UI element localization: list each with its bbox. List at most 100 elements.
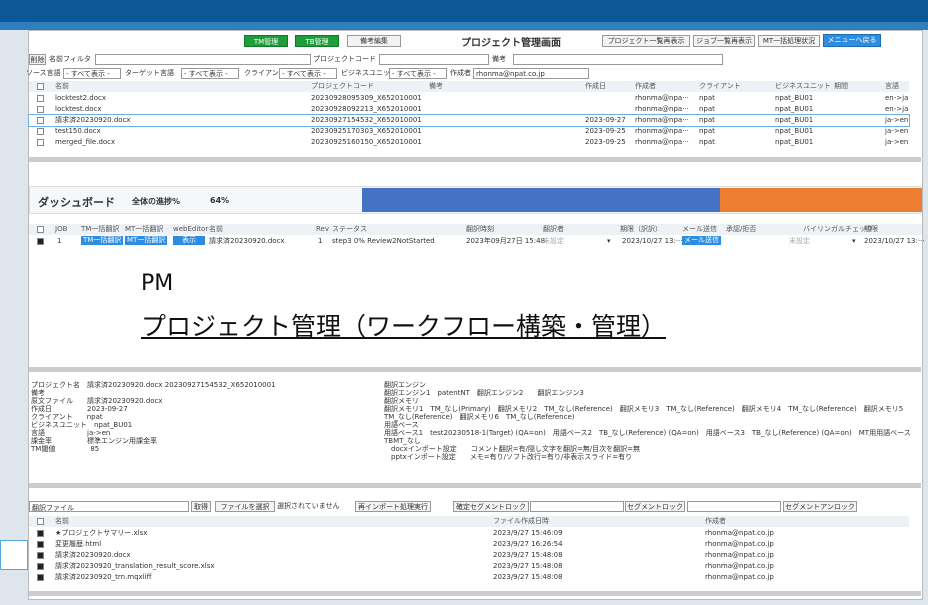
job-list-button[interactable]: ジョブ一覧再表示 xyxy=(693,35,755,47)
tb-admin-button[interactable]: TB管理 xyxy=(295,35,339,47)
horizontal-scrollbar[interactable] xyxy=(29,157,921,162)
cell-name: locktest.docx xyxy=(55,105,102,113)
get-button[interactable]: 取得 xyxy=(191,501,211,512)
job-scrollbar[interactable] xyxy=(29,367,921,372)
table-row[interactable]: test150.docx 20230925170303_X652010001 202… xyxy=(29,126,909,137)
reimport-button[interactable]: 再インポート処理実行 xyxy=(355,501,431,512)
progress-bar xyxy=(362,188,922,212)
bu-select[interactable]: - すべて表示 - xyxy=(389,68,447,79)
stage: TM管理 TB管理 備考編集 プロジェクト管理画面 プロジェクト一覧再表示 ジョ… xyxy=(0,0,928,605)
back-to-menu-button[interactable]: メニューへ戻る xyxy=(823,34,881,47)
tm-batch-button[interactable]: TM一括翻訳 xyxy=(81,236,124,245)
name-filter-input[interactable] xyxy=(95,54,311,65)
view-button[interactable]: 表示 xyxy=(173,236,205,245)
row-checkbox[interactable] xyxy=(37,139,44,146)
file-checkbox[interactable] xyxy=(37,530,44,537)
list-item[interactable]: 請求済20230920_trn.mqxliff 2023/9/27 15:48:0… xyxy=(29,572,909,583)
row-checkbox[interactable] xyxy=(37,106,44,113)
col-bilingual: バイリンガルチェック xyxy=(803,225,873,233)
cell-author: rhonma@npa··· xyxy=(635,138,689,146)
job-number: 1 xyxy=(57,237,62,245)
detail-line: 翻訳メモリ xyxy=(384,397,419,405)
file-checkbox[interactable] xyxy=(37,541,44,548)
cell-client: npat xyxy=(699,94,715,102)
list-item[interactable]: ★プロジェクトサマリー.xlsx 2023/9/27 15:46:09 rhonma… xyxy=(29,528,909,539)
job-select-all-checkbox[interactable] xyxy=(37,226,44,233)
col-lang: 言語 xyxy=(885,82,899,90)
file-checkbox[interactable] xyxy=(37,574,44,581)
mt-status-button[interactable]: MT一括処理状況 xyxy=(758,35,820,47)
cell-date: 2023-09-27 xyxy=(585,116,626,124)
detail-line: docxインポート設定 コメント翻訳=有/隠し文字を翻訳=無/目次を翻訳=無 xyxy=(384,445,641,453)
file-cell-date: 2023/9/27 15:48:08 xyxy=(493,551,563,559)
table-row[interactable]: locktest.docx 20230928092213_X652010001 rh… xyxy=(29,104,909,115)
table-row[interactable]: merged_file.docx 20230925160150_X65201000… xyxy=(29,137,909,148)
project-grid-header: 名前 プロジェクトコード 備考 作成日 作成者 クライアント ビジネスユニット … xyxy=(29,81,909,92)
detail-line: プロジェクト名 請求済20230920.docx 20230927154532_… xyxy=(31,381,276,389)
list-item[interactable]: 変更履歴.html 2023/9/27 16:26:54 rhonma@npat.c… xyxy=(29,539,909,550)
file-cell-date: 2023/9/27 15:48:08 xyxy=(493,562,563,570)
segment-unlock-button[interactable]: セグメントアンロック xyxy=(783,501,857,512)
row-checkbox[interactable] xyxy=(37,95,44,102)
segment-lock-button[interactable]: セグメントロック xyxy=(625,501,685,512)
translator-select[interactable]: 未設定 xyxy=(543,236,564,247)
file-checkbox[interactable] xyxy=(37,552,44,559)
project-code-input[interactable] xyxy=(379,54,489,65)
target-lang-select[interactable]: - すべて表示 - xyxy=(181,68,239,79)
memo-input[interactable] xyxy=(513,54,723,65)
header-bar: TM管理 TB管理 備考編集 プロジェクト管理画面 プロジェクト一覧再表示 ジョ… xyxy=(29,31,922,51)
tm-admin-button[interactable]: TM管理 xyxy=(244,35,288,47)
col-project-code: プロジェクトコード xyxy=(311,82,374,90)
job-grid-header: JOB TM一括翻訳 MT一括翻訳 webEditor 名前 Rev ステータス… xyxy=(29,224,922,235)
mail-send-button[interactable]: メール送信 xyxy=(682,236,721,245)
segment-lock-input[interactable] xyxy=(687,501,781,512)
file-type-select[interactable]: 翻訳ファイル xyxy=(29,501,189,512)
cell-code: 20230925160150_X652010001 xyxy=(311,138,422,146)
detail-scrollbar[interactable] xyxy=(29,483,921,488)
table-row[interactable]: 請求済20230920.docx 20230927154532_X65201000… xyxy=(28,114,910,127)
file-cell-name: 変更履歴.html xyxy=(55,540,102,548)
row-checkbox[interactable] xyxy=(37,117,44,124)
list-item[interactable]: 請求済20230920_translation_result_score.xls… xyxy=(29,561,909,572)
table-row[interactable]: locktest2.docx 20230928095309_X652010001 r… xyxy=(29,93,909,104)
author-select[interactable]: rhonma@npat.co.jp xyxy=(473,68,589,79)
top-bar xyxy=(0,0,928,22)
confirm-lock-input[interactable] xyxy=(530,501,624,512)
file-checkbox[interactable] xyxy=(37,563,44,570)
col-job: JOB xyxy=(55,225,68,233)
detail-line: 翻訳メモリ1 TM_なし(Primary) 翻訳メモリ2 TM_なし(Refer… xyxy=(384,405,904,413)
list-item[interactable]: 請求済20230920.docx 2023/9/27 15:48:08 rhonma… xyxy=(29,550,909,561)
select-all-checkbox[interactable] xyxy=(37,83,44,90)
mt-batch-button[interactable]: MT一括翻訳 xyxy=(125,236,168,245)
choose-file-button[interactable]: ファイルを選択 xyxy=(215,501,275,512)
chevron-down-icon[interactable]: ▾ xyxy=(607,236,611,247)
source-lang-select[interactable]: - すべて表示 - xyxy=(63,68,121,79)
detail-line: 用語ベース1 test20230518-1(Target) (QA=on) 用語… xyxy=(384,429,911,437)
row-checkbox[interactable] xyxy=(37,128,44,135)
project-list-button[interactable]: プロジェクト一覧再表示 xyxy=(602,35,690,47)
file-cell-author: rhonma@npat.co.jp xyxy=(705,540,774,548)
col-name: 名前 xyxy=(55,82,69,90)
cell-author: rhonma@npa··· xyxy=(635,116,689,124)
detail-line: クライアント npat xyxy=(31,413,103,421)
bilingual-select[interactable]: 未設定 xyxy=(789,236,810,247)
file-grid-header: 名前 ファイル作成日時 作成者 xyxy=(29,516,909,527)
file-cell-author: rhonma@npat.co.jp xyxy=(705,529,774,537)
chevron-down-icon[interactable]: ▾ xyxy=(852,236,856,247)
confirm-lock-button[interactable]: 確定セグメントロック xyxy=(453,501,529,512)
file-cell-date: 2023/9/27 16:26:54 xyxy=(493,540,563,548)
file-cell-name: ★プロジェクトサマリー.xlsx xyxy=(55,529,148,537)
file-scrollbar[interactable] xyxy=(29,591,921,596)
memo-edit-button[interactable]: 備考編集 xyxy=(347,35,401,47)
job-deadline: 2023/10/27 13:··· xyxy=(622,237,683,245)
delete-button[interactable]: 削除 xyxy=(29,54,46,65)
file-cell-name: 請求済20230920_trn.mqxliff xyxy=(55,573,152,581)
top-bar-accent xyxy=(0,22,928,30)
client-select[interactable]: - すべて表示 - xyxy=(279,68,337,79)
cell-client: npat xyxy=(699,127,715,135)
job-checkbox[interactable] xyxy=(37,238,44,245)
file-select-all-checkbox[interactable] xyxy=(37,518,44,525)
job-row[interactable]: 1 TM一括翻訳 MT一括翻訳 表示 請求済20230920.docx 1 st… xyxy=(29,236,925,247)
filter-row-2: ソース言語 - すべて表示 - ターゲット言語 - すべて表示 - クライアント… xyxy=(26,68,922,80)
cell-author: rhonma@npa··· xyxy=(635,127,689,135)
